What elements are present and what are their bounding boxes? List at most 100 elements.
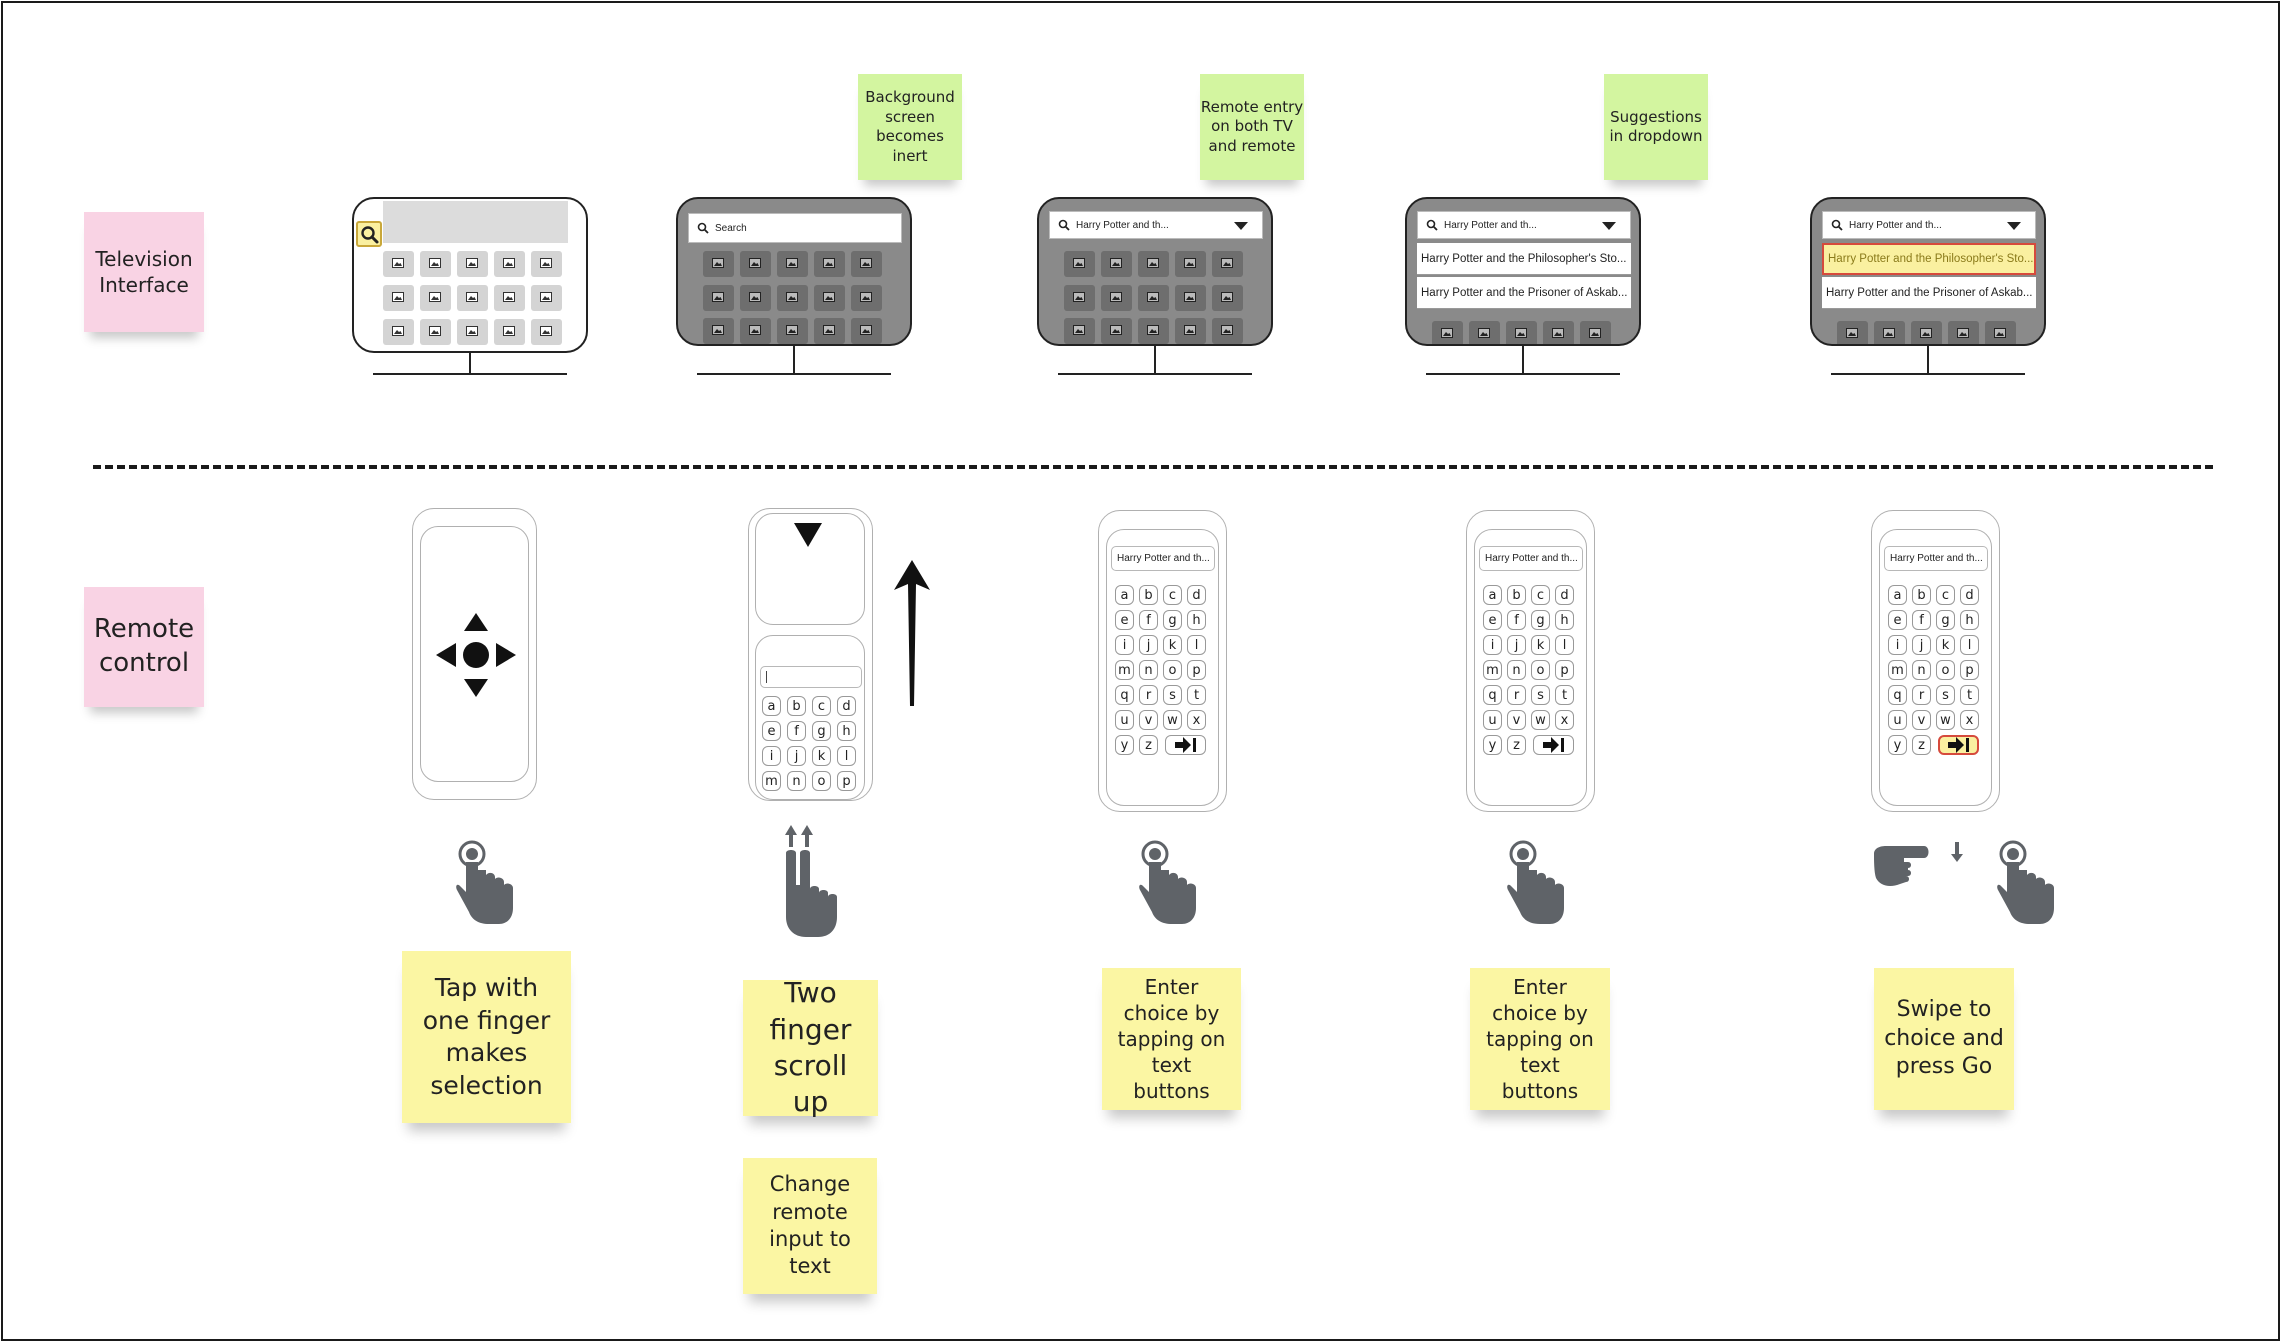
image-icon[interactable]: [383, 285, 414, 311]
key[interactable]: m: [1888, 660, 1907, 680]
dropdown-suggestion[interactable]: Harry Potter and the Prisoner of Askab..…: [1417, 277, 1631, 309]
key[interactable]: b: [1139, 585, 1158, 605]
key[interactable]: m: [1483, 660, 1502, 680]
image-icon[interactable]: [420, 285, 451, 311]
key[interactable]: g: [812, 721, 831, 741]
key[interactable]: t: [1187, 685, 1206, 705]
key[interactable]: l: [1555, 635, 1574, 655]
key[interactable]: c: [1531, 585, 1550, 605]
key[interactable]: s: [1163, 685, 1182, 705]
search-icon[interactable]: [356, 221, 382, 247]
key[interactable]: c: [1163, 585, 1182, 605]
key[interactable]: m: [762, 771, 781, 791]
key[interactable]: i: [1483, 635, 1502, 655]
key[interactable]: n: [1912, 660, 1931, 680]
key[interactable]: o: [1163, 660, 1182, 680]
image-icon[interactable]: [420, 251, 451, 277]
key[interactable]: p: [837, 771, 856, 791]
key[interactable]: b: [1507, 585, 1526, 605]
key[interactable]: z: [1507, 735, 1526, 755]
key[interactable]: k: [1531, 635, 1550, 655]
key[interactable]: d: [837, 696, 856, 716]
key[interactable]: o: [1936, 660, 1955, 680]
key[interactable]: u: [1115, 710, 1134, 730]
key[interactable]: j: [1139, 635, 1158, 655]
key[interactable]: w: [1531, 710, 1550, 730]
key[interactable]: v: [1912, 710, 1931, 730]
image-icon[interactable]: [457, 285, 488, 311]
key[interactable]: c: [1936, 585, 1955, 605]
image-icon[interactable]: [494, 251, 525, 277]
key[interactable]: m: [1115, 660, 1134, 680]
dropdown-suggestion[interactable]: Harry Potter and the Prisoner of Askab..…: [1822, 277, 2036, 309]
key[interactable]: k: [1936, 635, 1955, 655]
key[interactable]: h: [1960, 610, 1979, 630]
image-icon[interactable]: [531, 319, 562, 345]
key[interactable]: g: [1163, 610, 1182, 630]
key[interactable]: y: [1888, 735, 1907, 755]
key[interactable]: d: [1960, 585, 1979, 605]
image-icon[interactable]: [494, 285, 525, 311]
key[interactable]: f: [1912, 610, 1931, 630]
key[interactable]: e: [1888, 610, 1907, 630]
key[interactable]: e: [1115, 610, 1134, 630]
image-icon[interactable]: [457, 251, 488, 277]
remote-text-input[interactable]: Harry Potter and th...: [1111, 546, 1215, 571]
key[interactable]: j: [1912, 635, 1931, 655]
key[interactable]: s: [1936, 685, 1955, 705]
key[interactable]: c: [812, 696, 831, 716]
key[interactable]: t: [1555, 685, 1574, 705]
key[interactable]: w: [1163, 710, 1182, 730]
key[interactable]: h: [837, 721, 856, 741]
key[interactable]: q: [1888, 685, 1907, 705]
chevron-down-icon[interactable]: [1602, 222, 1616, 230]
key[interactable]: p: [1187, 660, 1206, 680]
key[interactable]: f: [787, 721, 806, 741]
image-icon[interactable]: [494, 319, 525, 345]
key[interactable]: f: [1507, 610, 1526, 630]
remote-text-input[interactable]: [760, 666, 862, 688]
key[interactable]: o: [1531, 660, 1550, 680]
key[interactable]: b: [1912, 585, 1931, 605]
key[interactable]: v: [1507, 710, 1526, 730]
key[interactable]: f: [1139, 610, 1158, 630]
key[interactable]: a: [1888, 585, 1907, 605]
key[interactable]: u: [1888, 710, 1907, 730]
key[interactable]: g: [1531, 610, 1550, 630]
key[interactable]: v: [1139, 710, 1158, 730]
dropdown-suggestion[interactable]: Harry Potter and the Philosopher's Sto..…: [1417, 243, 1631, 275]
key[interactable]: i: [1115, 635, 1134, 655]
image-icon[interactable]: [531, 285, 562, 311]
tv-search-bar[interactable]: Harry Potter and th...: [1417, 211, 1631, 239]
key[interactable]: o: [812, 771, 831, 791]
key[interactable]: b: [787, 696, 806, 716]
key[interactable]: x: [1187, 710, 1206, 730]
image-icon[interactable]: [383, 251, 414, 277]
key[interactable]: a: [1483, 585, 1502, 605]
key[interactable]: k: [812, 746, 831, 766]
key[interactable]: x: [1960, 710, 1979, 730]
key[interactable]: l: [1187, 635, 1206, 655]
key[interactable]: t: [1960, 685, 1979, 705]
tv-search-bar[interactable]: Harry Potter and th...: [1049, 211, 1263, 239]
key[interactable]: z: [1912, 735, 1931, 755]
key[interactable]: n: [787, 771, 806, 791]
key[interactable]: e: [1483, 610, 1502, 630]
remote-text-input[interactable]: Harry Potter and th...: [1479, 546, 1583, 571]
key[interactable]: e: [762, 721, 781, 741]
key[interactable]: n: [1139, 660, 1158, 680]
key[interactable]: a: [1115, 585, 1134, 605]
key[interactable]: s: [1531, 685, 1550, 705]
chevron-down-icon[interactable]: [2007, 222, 2021, 230]
tv-search-bar[interactable]: Search: [688, 213, 902, 243]
key[interactable]: n: [1507, 660, 1526, 680]
key[interactable]: w: [1936, 710, 1955, 730]
key[interactable]: u: [1483, 710, 1502, 730]
key[interactable]: l: [837, 746, 856, 766]
key[interactable]: q: [1483, 685, 1502, 705]
image-icon[interactable]: [420, 319, 451, 345]
dpad-icon[interactable]: [436, 613, 516, 697]
remote-text-input[interactable]: Harry Potter and th...: [1884, 546, 1988, 571]
go-button-selected[interactable]: [1938, 735, 1979, 755]
key[interactable]: k: [1163, 635, 1182, 655]
